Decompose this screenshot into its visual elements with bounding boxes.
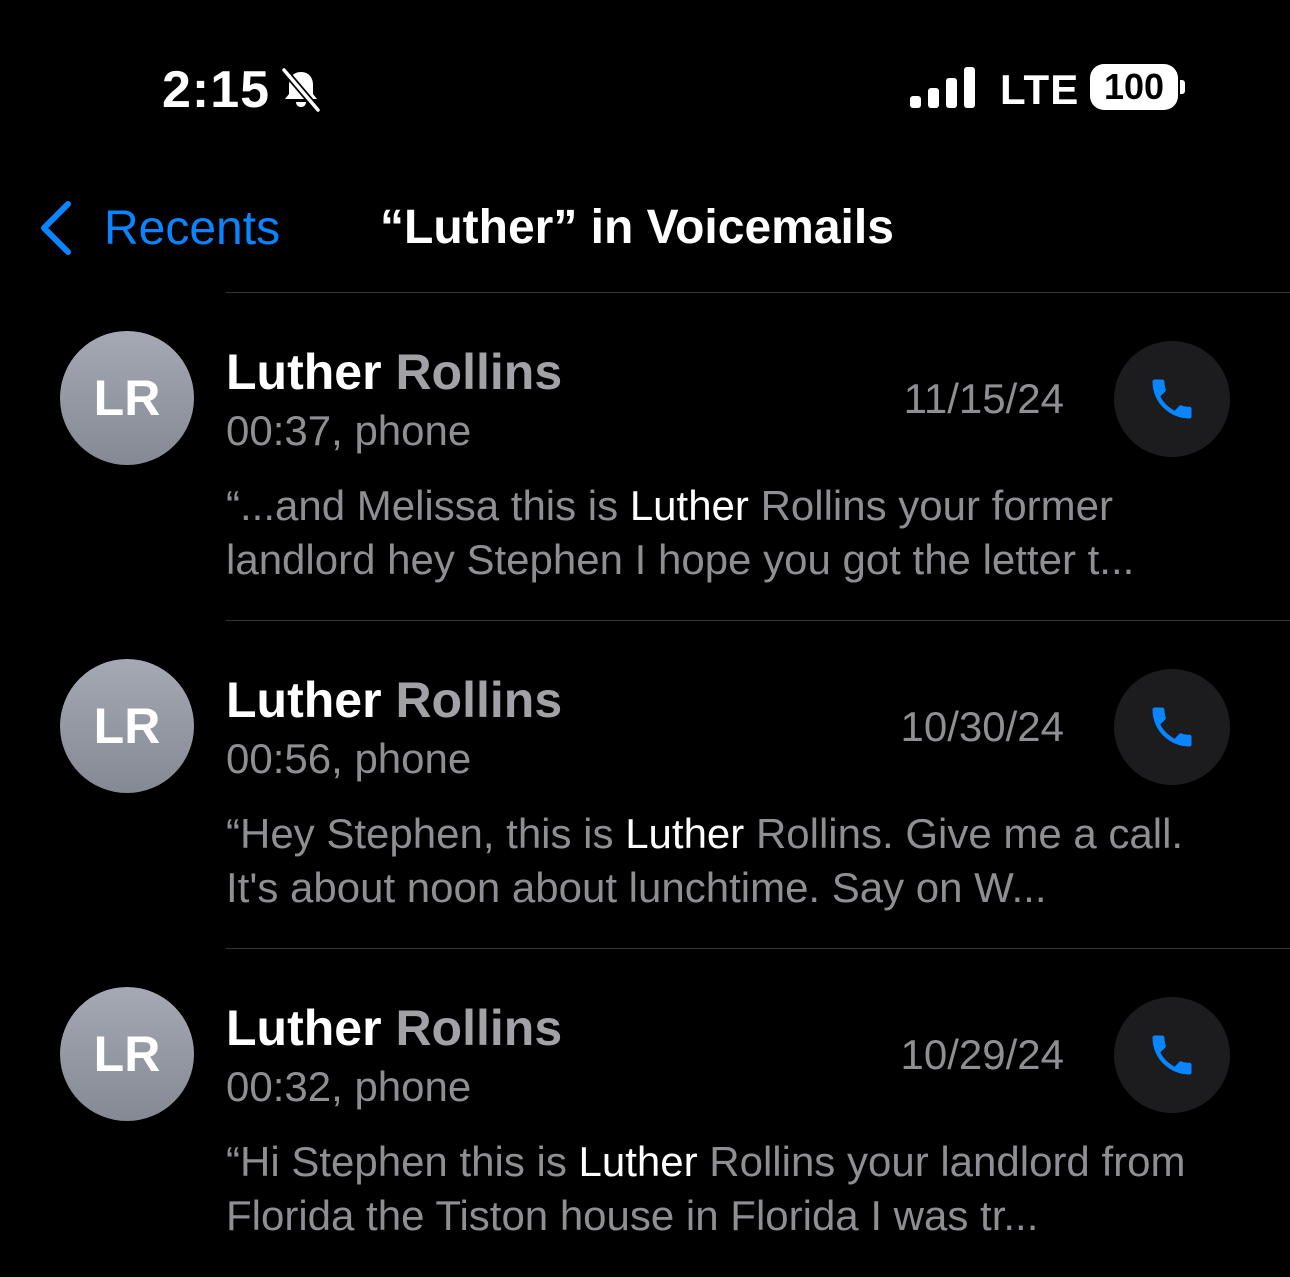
contact-name: Luther Rollins bbox=[226, 671, 562, 729]
first-name: Luther bbox=[226, 672, 382, 728]
network-type: LTE bbox=[1000, 66, 1080, 113]
contact-name: Luther Rollins bbox=[226, 343, 562, 401]
chevron-left-icon bbox=[41, 201, 71, 255]
call-button[interactable] bbox=[1114, 669, 1230, 785]
call-button[interactable] bbox=[1114, 997, 1230, 1113]
first-name: Luther bbox=[226, 344, 382, 400]
voicemail-row[interactable]: LR Luther Rollins 00:32, phone 10/29/24 … bbox=[0, 949, 1290, 1277]
voicemail-row[interactable]: LR Luther Rollins 00:37, phone 11/15/24 … bbox=[0, 293, 1290, 621]
battery-tip bbox=[1180, 80, 1185, 94]
voicemail-row[interactable]: LR Luther Rollins 00:56, phone 10/30/24 … bbox=[0, 621, 1290, 949]
transcript-match: Luther bbox=[629, 482, 749, 529]
voicemail-date: 11/15/24 bbox=[903, 375, 1064, 422]
transcript-text: “Hey Stephen, this is bbox=[226, 810, 626, 857]
first-name: Luther bbox=[226, 1000, 382, 1056]
call-button[interactable] bbox=[1114, 341, 1230, 457]
back-label: Recents bbox=[104, 201, 281, 255]
bell-slash-icon bbox=[281, 67, 321, 112]
status-bar: 2:15 LTE 100 bbox=[0, 0, 1290, 140]
voicemail-duration: 00:56, phone bbox=[226, 735, 472, 782]
last-name: Rollins bbox=[395, 344, 563, 400]
transcript-text: “...and Melissa this is bbox=[226, 482, 630, 529]
status-time: 2:15 bbox=[162, 61, 271, 119]
last-name: Rollins bbox=[395, 672, 563, 728]
voicemail-date: 10/29/24 bbox=[900, 1031, 1065, 1078]
navigation-bar: Recents “Luther” in Voicemails bbox=[0, 180, 1290, 280]
voicemail-date: 10/30/24 bbox=[900, 703, 1065, 750]
phone-icon bbox=[1152, 1035, 1192, 1075]
avatar: LR bbox=[60, 659, 194, 793]
transcript-match: Luther bbox=[625, 810, 745, 857]
page-title: “Luther” in Voicemails bbox=[380, 201, 894, 254]
voicemail-duration: 00:37, phone bbox=[226, 407, 472, 454]
transcript-text: “Hi Stephen this is bbox=[226, 1138, 579, 1185]
back-button[interactable]: Recents bbox=[36, 196, 280, 260]
cellular-signal-icon bbox=[910, 67, 975, 108]
voicemail-duration: 00:32, phone bbox=[226, 1063, 472, 1110]
voicemail-transcript: “...and Melissa this is Luther Rollins y… bbox=[226, 479, 1236, 587]
phone-icon bbox=[1152, 707, 1192, 747]
voicemail-transcript: “Hi Stephen this is Luther Rollins your … bbox=[226, 1135, 1236, 1243]
phone-icon bbox=[1152, 379, 1192, 419]
avatar: LR bbox=[60, 331, 194, 465]
battery-icon: 100 bbox=[1090, 64, 1178, 110]
last-name: Rollins bbox=[395, 1000, 563, 1056]
battery-level: 100 bbox=[1103, 66, 1165, 107]
avatar: LR bbox=[60, 987, 194, 1121]
voicemail-transcript: “Hey Stephen, this is Luther Rollins. Gi… bbox=[226, 807, 1236, 915]
contact-name: Luther Rollins bbox=[226, 999, 562, 1057]
transcript-match: Luther bbox=[578, 1138, 698, 1185]
